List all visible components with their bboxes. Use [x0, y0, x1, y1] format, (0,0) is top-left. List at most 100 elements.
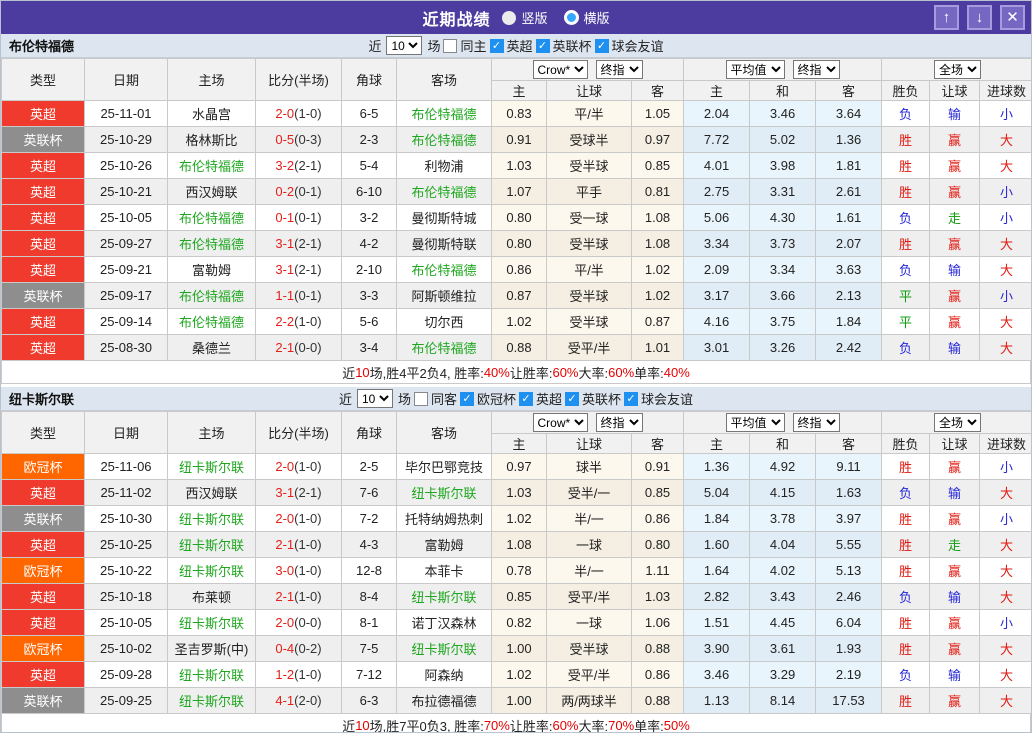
match-count-select[interactable]: 10	[386, 36, 423, 55]
radio-vertical-layout[interactable]: 竖版	[502, 8, 548, 27]
home-team: 西汉姆联	[167, 479, 256, 506]
result-goals: 小	[979, 204, 1031, 231]
summary-stat-value: 40%	[483, 364, 510, 380]
final-odds-select[interactable]: 终指	[595, 413, 643, 432]
halftime-score: (2-1)	[294, 158, 322, 173]
result-handicap: 赢	[929, 230, 981, 257]
score-cell: 0-2(0-1)	[255, 178, 342, 205]
bookmaker-select[interactable]: Crow*	[532, 60, 588, 79]
away-team: 曼彻斯特联	[396, 230, 492, 257]
final-odds-select[interactable]: 终指	[792, 60, 840, 79]
average-select[interactable]: 平均值	[725, 413, 785, 432]
match-type-badge: 英超	[1, 479, 85, 506]
handicap-line: 受半球	[546, 635, 632, 662]
match-date: 25-09-17	[84, 282, 168, 309]
away-team: 诺丁汉森林	[396, 609, 492, 636]
fulltime-score: 3-1	[275, 485, 295, 500]
score-cell: 2-2(1-0)	[255, 308, 342, 335]
column-header: 主场	[167, 58, 256, 101]
table-row: 英超 25-10-18 布莱顿 2-1(1-0) 8-4 纽卡斯尔联 0.85 受平/半 1.0…	[1, 583, 1031, 610]
home-team: 西汉姆联	[167, 178, 256, 205]
result-goals: 小	[979, 282, 1031, 309]
summary-text: 大率:	[578, 718, 609, 733]
radio-horizontal-layout[interactable]: 横版	[563, 8, 610, 27]
same-venue-checkbox-unchecked-icon[interactable]	[413, 391, 428, 406]
move-up-button[interactable]: ↑	[934, 5, 959, 30]
radio-circle-icon[interactable]	[563, 10, 579, 25]
result-goals: 大	[979, 334, 1031, 361]
radio-horizontal-label: 横版	[583, 11, 610, 26]
table-row: 英超 25-11-02 西汉姆联 3-1(2-1) 7-6 纽卡斯尔联 1.03 受半/一 0.…	[1, 479, 1031, 506]
score-cell: 2-1(1-0)	[255, 531, 342, 558]
halftime-score: (1-0)	[294, 511, 322, 526]
bookmaker-select[interactable]: Crow*	[532, 413, 588, 432]
average-select[interactable]: 平均值	[725, 60, 785, 79]
match-date: 25-09-21	[84, 256, 168, 283]
corner-count: 2-3	[341, 126, 397, 153]
fulltime-score: 0-4	[275, 641, 295, 656]
match-date: 25-11-01	[84, 100, 168, 127]
avg-home-odds: 1.60	[683, 531, 751, 558]
fulltime-score: 0-5	[275, 132, 295, 147]
match-count-select[interactable]: 10	[356, 389, 393, 408]
away-odds: 0.85	[630, 479, 685, 506]
league-checkbox-checked-icon[interactable]: ✓	[459, 391, 474, 406]
league-checkbox-checked-icon[interactable]: ✓	[594, 38, 609, 53]
result-handicap: 输	[929, 100, 981, 127]
corner-count: 6-5	[341, 100, 397, 127]
summary-stat-value: 70%	[483, 717, 510, 733]
league-checkbox-checked-icon[interactable]: ✓	[565, 391, 580, 406]
radio-circle-icon[interactable]	[502, 10, 517, 25]
summary-text: 让胜率:	[509, 718, 553, 733]
match-date: 25-10-02	[84, 635, 168, 662]
record-summary: 近 10 场,胜4平2负4, 胜率: 40% 让胜率: 60% 大率: 60% 单率: 40…	[1, 361, 1031, 384]
corner-count: 6-10	[341, 178, 397, 205]
home-odds: 0.87	[491, 282, 547, 309]
match-type-badge: 英联杯	[1, 687, 85, 714]
match-type-badge: 英超	[1, 334, 85, 361]
avg-home-odds: 3.17	[683, 282, 751, 309]
league-checkbox-checked-icon[interactable]: ✓	[624, 391, 639, 406]
avg-away-odds: 2.61	[815, 178, 883, 205]
away-team: 本菲卡	[396, 557, 492, 584]
avg-home-odds: 4.16	[683, 308, 751, 335]
summary-text: 单率:	[634, 718, 664, 733]
summary-text: 近	[342, 718, 356, 733]
league-label: 球会友谊	[611, 39, 664, 54]
average-group-header: 平均值 终指	[683, 58, 883, 81]
result-handicap: 输	[929, 661, 981, 688]
match-date: 25-11-02	[84, 479, 168, 506]
final-odds-select[interactable]: 终指	[595, 60, 643, 79]
avg-away-odds: 1.61	[815, 204, 883, 231]
halftime-score: (1-0)	[294, 537, 322, 552]
halftime-score: (0-2)	[294, 641, 322, 656]
league-checkbox-checked-icon[interactable]: ✓	[519, 391, 533, 406]
league-label: 球会友谊	[641, 392, 694, 407]
avg-away-odds: 1.81	[815, 152, 883, 179]
table-row: 英超 25-11-01 水晶宫 2-0(1-0) 6-5 布伦特福德 0.83 平/半 1.05…	[1, 100, 1031, 127]
summary-text: 单率:	[634, 365, 664, 381]
away-team: 布伦特福德	[396, 100, 492, 127]
away-odds: 1.05	[630, 100, 685, 127]
match-type-badge: 英联杯	[1, 282, 85, 309]
close-button[interactable]: ✕	[1000, 5, 1025, 30]
avg-home-odds: 5.06	[683, 204, 751, 231]
fulltime-select[interactable]: 全场	[934, 413, 982, 432]
move-down-button[interactable]: ↓	[967, 5, 992, 30]
average-group-header: 平均值 终指	[683, 411, 883, 434]
league-checkbox-checked-icon[interactable]: ✓	[535, 38, 550, 53]
home-odds: 0.82	[491, 609, 547, 636]
score-cell: 3-1(2-1)	[255, 230, 342, 257]
same-venue-checkbox-unchecked-icon[interactable]	[443, 38, 458, 53]
score-cell: 2-0(1-0)	[255, 505, 342, 532]
matches-label: 场	[427, 39, 441, 54]
result-handicap: 赢	[929, 557, 981, 584]
halftime-score: (2-1)	[294, 236, 322, 251]
league-checkbox-checked-icon[interactable]: ✓	[489, 38, 504, 53]
column-header: 客场	[396, 58, 492, 101]
bookmaker-group-header: Crow* 终指	[490, 411, 685, 434]
match-date: 25-10-30	[84, 505, 168, 532]
fulltime-select[interactable]: 全场	[934, 60, 982, 79]
score-cell: 3-2(2-1)	[255, 152, 342, 179]
final-odds-select[interactable]: 终指	[792, 413, 840, 432]
